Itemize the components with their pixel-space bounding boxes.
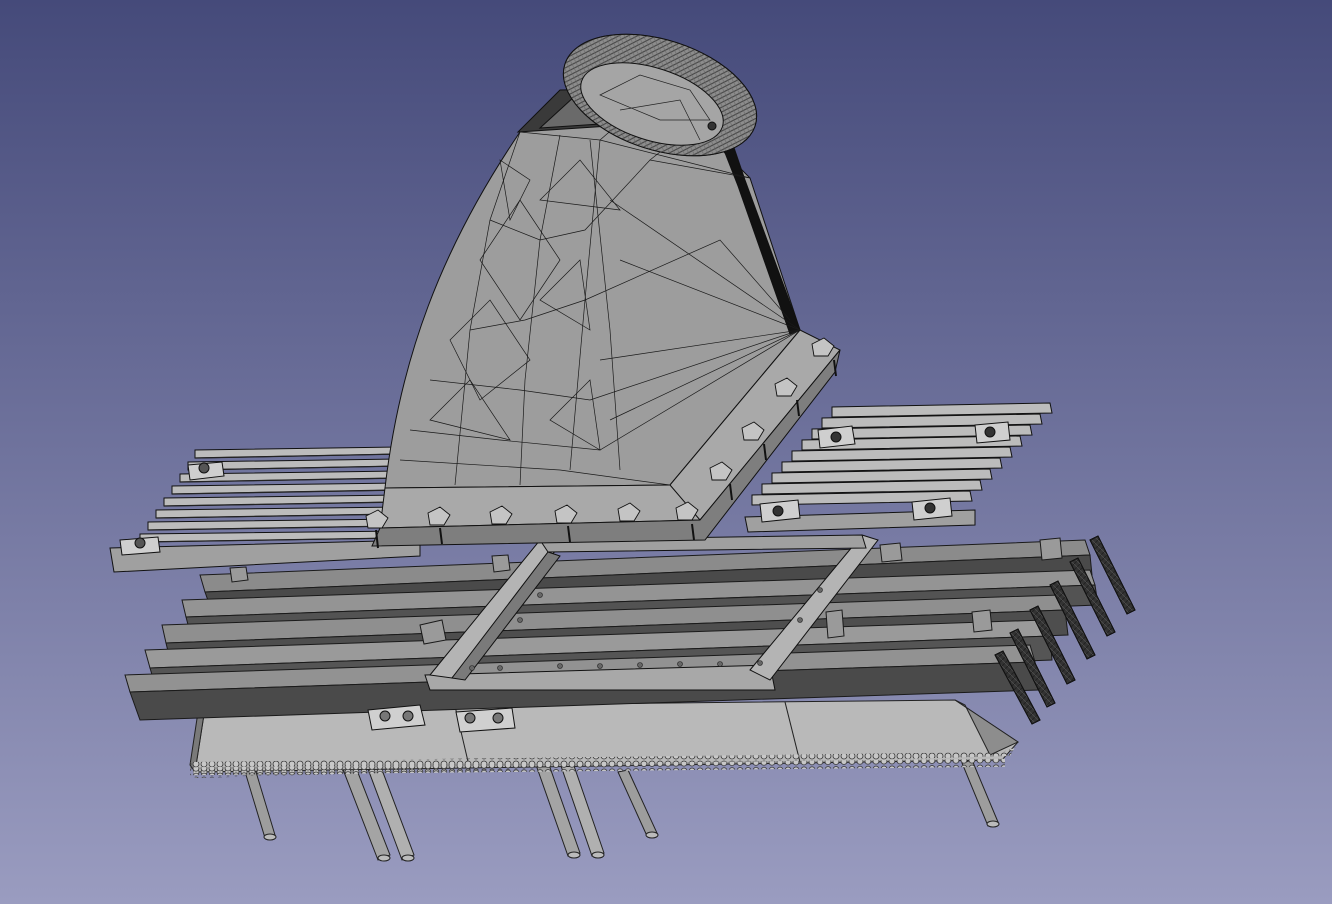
grate-clamp[interactable] xyxy=(974,421,1011,444)
clamp-left[interactable] xyxy=(367,704,426,731)
channel-beams[interactable] xyxy=(124,537,1099,721)
clamp-right[interactable] xyxy=(455,707,516,733)
left-grate[interactable] xyxy=(109,446,421,573)
grate-clamp[interactable] xyxy=(911,497,953,521)
model-scene[interactable] xyxy=(0,0,1332,904)
grate-clamp[interactable] xyxy=(119,536,161,556)
support-leg[interactable] xyxy=(617,769,659,839)
grate-clamp[interactable] xyxy=(759,499,801,523)
grate-clamp[interactable] xyxy=(817,425,856,449)
hopper-funnel[interactable] xyxy=(365,87,841,549)
support-leg[interactable] xyxy=(961,759,1000,828)
3d-viewport[interactable] xyxy=(0,0,1332,904)
